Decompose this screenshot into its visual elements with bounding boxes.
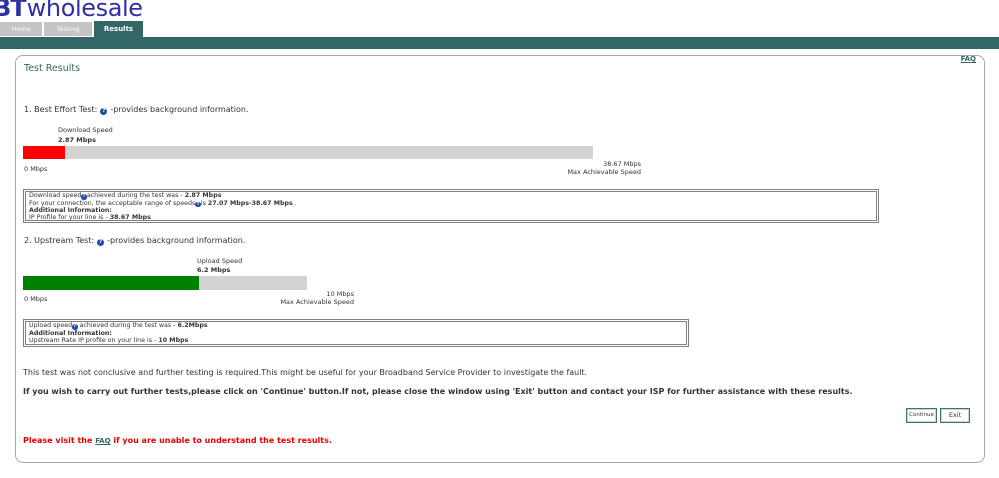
upload-speed-label: Upload Speed xyxy=(197,257,243,265)
upload-test-heading: 2. Upstream Test: -provides background in… xyxy=(24,235,245,247)
download-speed-line-text: achieved during the test was - xyxy=(86,192,185,199)
page-title: Test Results xyxy=(24,63,81,74)
download-test-title: 1. Best Effort Test: xyxy=(24,105,98,114)
logo-word: wholesale xyxy=(26,0,143,22)
upload-test-note: -provides background information. xyxy=(107,236,246,245)
download-max-caption: Max Achievable Speed xyxy=(567,168,641,176)
upload-profile-text: Upstream Rate IP profile on your line is… xyxy=(29,336,159,344)
upload-details-box: Upload speed achieved during the test wa… xyxy=(23,319,689,347)
upload-test-title: 2. Upstream Test: xyxy=(24,236,95,245)
download-speed-label: Download Speed xyxy=(58,126,113,134)
faq-inline-link[interactable]: FAQ xyxy=(95,437,110,445)
upload-min-label: 0 Mbps xyxy=(24,295,48,303)
download-range-text: is xyxy=(200,199,208,207)
continue-button[interactable]: Continue xyxy=(906,408,937,423)
upload-speed-line: Upload speed achieved during the test wa… xyxy=(29,322,686,330)
download-range-value: 27.07 Mbps-38.67 Mbps xyxy=(207,199,293,207)
tab-testing[interactable]: Testing xyxy=(44,22,92,36)
download-speed-value: 2.87 Mbps xyxy=(58,136,96,144)
download-max-label: 38.67 Mbps xyxy=(603,160,641,168)
upload-additional-heading: Additional Information: xyxy=(29,329,112,337)
faq-notice: Please visit the FAQ if you are unable t… xyxy=(23,436,332,446)
header-band xyxy=(0,37,999,49)
tab-results[interactable]: Results xyxy=(94,21,143,37)
help-icon[interactable] xyxy=(97,239,105,246)
download-details-box: Download speed achieved during the test w… xyxy=(23,189,879,223)
download-range-line: For your connection, the acceptable rang… xyxy=(29,199,876,207)
upload-speed-line-text: achieved during the test was - xyxy=(77,322,178,329)
download-profile-text: IP Profile for your line is - xyxy=(29,214,110,221)
download-range-label: For your connection, the acceptable rang… xyxy=(29,199,196,207)
faq-link[interactable]: FAQ xyxy=(961,55,976,63)
download-additional-heading: Additional Information: xyxy=(29,207,112,214)
upload-max-label: 10 Mbps xyxy=(326,290,354,298)
upload-max-block: 10 Mbps Max Achievable Speed xyxy=(280,290,354,306)
upload-speed-value: 6.2 Mbps xyxy=(197,266,231,274)
download-test-note: -provides background information. xyxy=(110,105,249,114)
result-message: This test was not conclusive and further… xyxy=(23,368,588,377)
download-speed-fill xyxy=(23,146,66,159)
upload-speed-line-value: 6.2Mbps xyxy=(177,322,208,329)
download-speed-bar xyxy=(23,146,593,159)
results-panel xyxy=(15,55,985,463)
download-speed-line: Download speed achieved during the test w… xyxy=(29,192,876,200)
download-speed-line-value: 2.87 Mbps xyxy=(184,192,222,199)
upload-max-caption: Max Achievable Speed xyxy=(280,298,354,306)
upload-speed-line-label: Upload speed xyxy=(29,322,73,329)
download-max-block: 38.67 Mbps Max Achievable Speed xyxy=(567,160,641,176)
download-profile-line: IP Profile for your line is - 38.67 Mbps xyxy=(29,214,876,221)
faq-notice-before: Please visit the xyxy=(23,436,96,445)
download-profile-value: 38.67 Mbps xyxy=(109,214,151,221)
exit-button[interactable]: Exit xyxy=(940,408,970,423)
logo-mark: BT xyxy=(0,0,27,22)
tab-home[interactable]: Home xyxy=(0,22,42,36)
upload-speed-bar xyxy=(23,276,307,290)
faq-notice-after: if you are unable to understand the test… xyxy=(110,436,332,445)
download-min-label: 0 Mbps xyxy=(24,165,48,173)
help-icon[interactable] xyxy=(100,108,108,115)
upload-speed-fill xyxy=(23,276,200,290)
instructions-text: If you wish to carry out further tests,p… xyxy=(23,387,853,396)
bt-wholesale-logo: BTwholesale xyxy=(0,0,143,23)
upload-profile-line: Upstream Rate IP profile on your line is… xyxy=(29,337,686,344)
download-test-heading: 1. Best Effort Test: -provides background… xyxy=(24,104,249,116)
download-range-end: . xyxy=(292,199,297,207)
upload-profile-value: 10 Mbps xyxy=(158,336,189,344)
download-speed-line-label: Download speed xyxy=(29,192,82,199)
